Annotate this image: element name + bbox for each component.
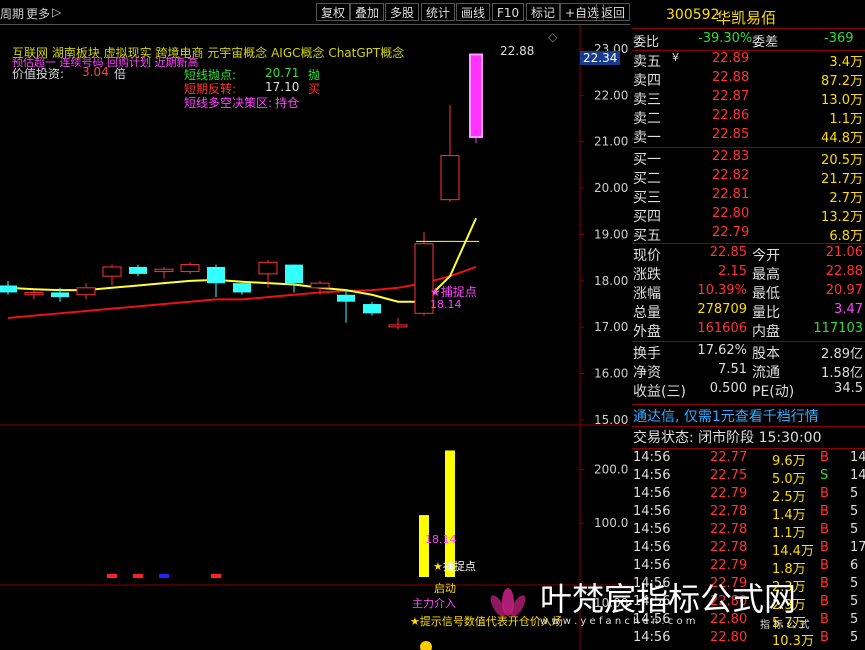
- volume-bar: [419, 515, 429, 577]
- orderbook-row: 买三 22.81 2.7万: [633, 187, 863, 206]
- y-axis-label: 21.00: [594, 135, 628, 149]
- value-invest-value: 3.04: [82, 65, 109, 79]
- y-axis-label: 19.00: [594, 227, 628, 241]
- more-arrow-icon[interactable]: ▷: [52, 5, 61, 19]
- orderbook-row: 卖五 ¥22.89 3.4万: [633, 51, 863, 70]
- candle-body: [129, 266, 147, 274]
- value-invest-label: 价值投资:: [12, 67, 65, 81]
- value-invest-unit: 倍: [114, 67, 127, 81]
- candle-body: [363, 304, 381, 314]
- trade-status: 交易状态: 闭市阶段 15:30:00: [633, 430, 822, 446]
- indicator-smile-icon: [420, 641, 432, 650]
- candle-body: [24, 291, 44, 296]
- candle-body: [440, 155, 460, 201]
- candle-body: [180, 264, 200, 273]
- indicator-start: 启动: [434, 582, 456, 595]
- kline-chart: 23.0022.0021.0020.0019.0018.0017.0016.00…: [0, 25, 630, 650]
- y-axis-label: 17.00: [594, 320, 628, 334]
- short-rebound-value: 17.10: [265, 80, 300, 94]
- stat-row: 换手 17.62% 股本 2.89亿: [633, 343, 863, 362]
- short-zone-value: 持仓: [275, 96, 300, 110]
- watermark-url: w w w . y e f a n c h e n . c o m: [540, 616, 696, 627]
- candle-body: [76, 287, 96, 296]
- y-axis-label: 22.00: [594, 88, 628, 102]
- short-rebound-action: 买: [308, 82, 321, 96]
- promo-row[interactable]: 通达信, 仅需1元查看千档行情: [632, 406, 865, 425]
- volume-mark: [107, 574, 117, 578]
- toolbar-button-6[interactable]: 标记: [526, 3, 561, 21]
- orderbook-row: 卖一 22.85 44.8万: [633, 127, 863, 146]
- tick-row: 14:56 22.78 14.4万 B 17: [633, 540, 865, 559]
- candle-body: [233, 283, 251, 293]
- candle-body: [207, 266, 225, 284]
- toolbar-button-3[interactable]: 统计: [421, 3, 456, 21]
- high-mark: 22.88: [500, 44, 535, 58]
- stock-name: 华凯易佰: [716, 9, 777, 27]
- quote-panel: 300592 华凯易佰 委比 -39.30% 委差 -369 卖五 ¥22.89 3…: [632, 0, 865, 650]
- orderbook-row: 买一 22.83 20.5万: [633, 149, 863, 168]
- stat-row: 外盘 161606 内盘 117103: [633, 321, 863, 340]
- indicator-main: 主力介入: [412, 597, 456, 610]
- candle-body: [258, 261, 278, 275]
- tick-row: 14:56 22.77 9.6万 B 14: [633, 450, 865, 469]
- period-label[interactable]: 周期: [0, 5, 24, 22]
- toolbar-button-0[interactable]: 复权: [316, 3, 351, 21]
- short-sell-value: 20.71: [265, 66, 300, 80]
- y-axis-label: 20.00: [594, 181, 628, 195]
- short-zone-label: 短线多空决策区:: [184, 96, 273, 110]
- stat-row: 收益(三) 0.500 PE(动) 34.5: [633, 381, 863, 400]
- volume-axis-label: 200.0: [594, 462, 628, 476]
- orderbook-row: 买二 22.82 21.7万: [633, 168, 863, 187]
- stat-row: 涨幅 10.39% 最低 20.97: [633, 283, 863, 302]
- orderbook-row: 买五 22.79 6.8万: [633, 225, 863, 244]
- orderbook-row: 卖四 22.88 87.2万: [633, 70, 863, 89]
- stat-row: 现价 22.85 今开 21.06: [633, 245, 863, 264]
- watermark-title: 叶梵宸指标公式网: [540, 580, 797, 618]
- volume-axis-label: 100.0: [594, 516, 628, 530]
- candle-body: [310, 282, 330, 289]
- orderbook-row: 卖三 22.87 13.0万: [633, 89, 863, 108]
- more-menu[interactable]: 更多: [26, 5, 50, 22]
- orderbook-row: 卖二 22.86 1.1万: [633, 108, 863, 127]
- candle-body: [388, 324, 408, 328]
- toolbar-button-8[interactable]: 返回: [596, 3, 630, 21]
- tick-row: 14:56 22.78 1.4万 B 5: [633, 504, 859, 523]
- chart-area[interactable]: 23.00 22.00 21.00 20.00 19.00 18.00 17.00 16.00…: [0, 25, 630, 650]
- y-axis-label: 16.00: [594, 367, 628, 381]
- gear-icon[interactable]: ◇: [548, 30, 557, 44]
- candle-body: [154, 268, 174, 273]
- candle-body: [51, 292, 69, 298]
- weibi-row: 委比 -39.30% 委差 -369: [633, 31, 854, 50]
- watermark-sub: 指 标 公 式: [760, 620, 810, 631]
- toolbar: 周期 更多 ▷ 复权 叠加 多股 统计 画线 F10 标记 +自选 返回: [0, 0, 630, 25]
- tick-row: 14:56 22.79 2.5万 B 5: [633, 486, 859, 505]
- lotus-icon: [490, 588, 526, 617]
- toolbar-button-2[interactable]: 多股: [385, 3, 420, 21]
- indicator-value: 18.14: [425, 533, 457, 546]
- stock-header: 300592 华凯易佰: [632, 7, 865, 27]
- volume-mark: [211, 574, 221, 578]
- toolbar-button-1[interactable]: 叠加: [350, 3, 385, 21]
- candle-body: [102, 266, 122, 277]
- orderbook-row: 买四 22.80 13.2万: [633, 206, 863, 225]
- y-axis-label: 18.00: [594, 274, 628, 288]
- toolbar-button-4[interactable]: 画线: [456, 3, 491, 21]
- toolbar-button-5[interactable]: F10: [492, 3, 525, 21]
- candle-body: [337, 294, 355, 302]
- stat-row: 净资 7.51 流通 1.58亿: [633, 362, 863, 381]
- stat-row: 涨跌 2.15 最高 22.88: [633, 264, 863, 283]
- stat-row: 总量 278709 量比 3.47: [633, 302, 863, 321]
- volume-mark: [159, 574, 169, 578]
- volume-mark: [133, 574, 143, 578]
- stock-code: 300592: [666, 7, 720, 23]
- capture-point-value: 18.14: [430, 298, 462, 311]
- candle-body: [0, 285, 17, 293]
- tick-row: 14:56 22.75 5.0万 S 14: [633, 468, 865, 487]
- candle-body: [469, 53, 483, 139]
- y-axis-label: 15.00: [594, 413, 628, 427]
- tick-row: 14:56 22.78 1.1万 B 5: [633, 522, 859, 541]
- price-tag: 22.34: [580, 51, 621, 65]
- candle-body: [285, 264, 303, 284]
